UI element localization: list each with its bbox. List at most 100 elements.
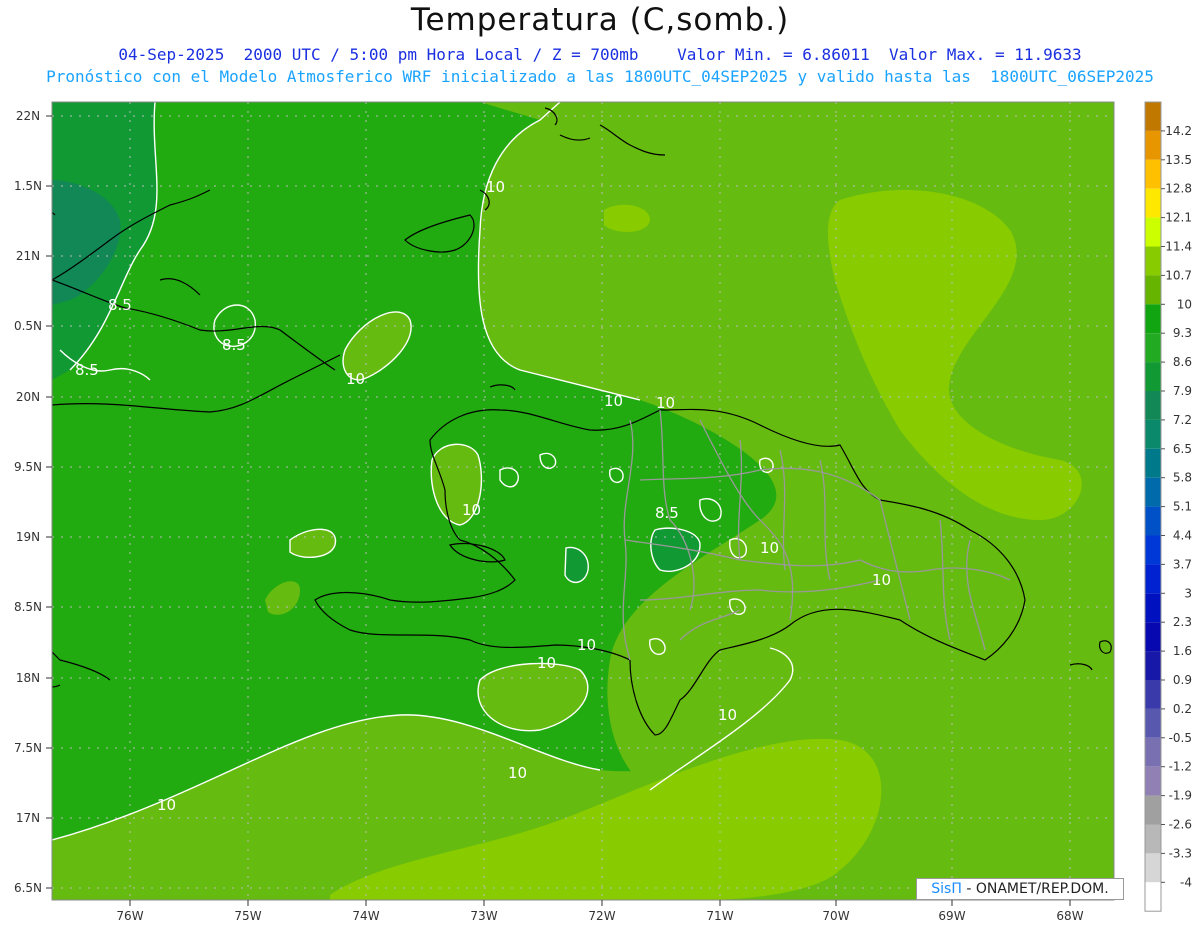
brand-logo-text: SisΠ: [931, 881, 962, 897]
colorbar-label: -2.6: [1169, 818, 1192, 832]
colorbar-swatch: [1145, 391, 1161, 420]
colorbar-label: 2.3: [1173, 615, 1192, 629]
colorbar-label: 0.2: [1173, 702, 1192, 716]
lat-label: 0.5N: [14, 319, 42, 333]
colorbar: 14.2 13.5 12.8 12.1 11.4 10.7 10 9.3 8.6 7.9 7.2 6.…: [1144, 101, 1192, 912]
colorbar-label: -1.9: [1169, 789, 1192, 803]
colorbar-label: 14.2: [1165, 124, 1192, 138]
colorbar-label: -0.5: [1169, 731, 1192, 745]
colorbar-swatch: [1145, 333, 1161, 363]
colorbar-label: 3: [1184, 586, 1192, 600]
colorbar-label: -4: [1180, 875, 1192, 889]
colorbar-swatch: [1145, 130, 1161, 160]
contour-label: 10: [346, 370, 365, 388]
colorbar-label: 7.9: [1173, 384, 1192, 398]
colorbar-swatch: [1145, 651, 1161, 680]
colorbar-label: 11.4: [1165, 240, 1192, 254]
lat-label: 8.5N: [14, 600, 42, 614]
credit-text: - ONAMET/REP.DOM.: [961, 881, 1109, 897]
lon-label: 70W: [822, 909, 849, 923]
colorbar-label: 5.1: [1173, 500, 1192, 514]
colorbar-label: 6.5: [1173, 442, 1192, 456]
lon-label: 74W: [352, 909, 379, 923]
colorbar-label: 10.7: [1165, 268, 1192, 282]
colorbar-swatch: [1145, 246, 1161, 276]
lat-label: 22N: [16, 109, 40, 123]
colorbar-swatch: [1145, 448, 1161, 478]
colorbar-label: 0.9: [1173, 673, 1192, 687]
colorbar-swatch: [1145, 362, 1161, 391]
contour-label: 10: [760, 539, 779, 557]
colorbar-swatch: [1145, 102, 1161, 131]
colorbar-swatch: [1145, 535, 1161, 565]
lat-label: 1.5N: [14, 179, 42, 193]
longitude-axis: 76W 75W 74W 73W 72W 71W 70W 69W 68W: [116, 900, 1084, 923]
colorbar-label: -3.3: [1169, 846, 1192, 860]
colorbar-swatch: [1145, 275, 1161, 305]
contour-label: 10: [508, 764, 527, 782]
lat-label: 7.5N: [14, 741, 42, 755]
lon-label: 68W: [1056, 909, 1083, 923]
contour-label: 8.5: [108, 296, 132, 314]
colorbar-swatch: [1145, 680, 1161, 709]
contour-label: 10: [462, 501, 481, 519]
contour-label: 10: [577, 636, 596, 654]
colorbar-swatch: [1145, 217, 1161, 247]
colorbar-label: 7.2: [1173, 413, 1192, 427]
colorbar-label: 12.1: [1165, 211, 1192, 225]
colorbar-swatch: [1145, 159, 1161, 189]
contour-label: 10: [537, 654, 556, 672]
contour-label: 8.5: [222, 336, 246, 354]
contour-label: 10: [656, 394, 675, 412]
map-figure: 8.5 8.5 8.5 8.5 10 10 10 10 10 10 10 10 …: [14, 101, 1192, 923]
colorbar-label: 13.5: [1165, 153, 1192, 167]
colorbar-swatch: [1145, 506, 1161, 536]
colorbar-swatch: [1145, 564, 1161, 594]
lon-label: 76W: [116, 909, 143, 923]
colorbar-swatch: [1145, 853, 1161, 883]
colorbar-label: 4.4: [1173, 529, 1192, 543]
colorbar-label: 9.3: [1173, 326, 1192, 340]
contour-label: 10: [486, 178, 505, 196]
colorbar-label: 3.7: [1173, 557, 1192, 571]
colorbar-swatch: [1145, 304, 1161, 334]
colorbar-label: 8.6: [1173, 355, 1192, 369]
lon-label: 73W: [470, 909, 497, 923]
colorbar-label: -1.2: [1169, 760, 1192, 774]
colorbar-swatch: [1145, 882, 1161, 912]
colorbar-swatch: [1145, 708, 1161, 738]
latitude-axis: 22N 1.5N 21N 0.5N 20N 9.5N 19N 8.5N 18N …: [14, 109, 52, 895]
colorbar-swatch: [1145, 795, 1161, 825]
lon-label: 69W: [938, 909, 965, 923]
lon-label: 75W: [234, 909, 261, 923]
temperature-field: 8.5 8.5 8.5 8.5 10 10 10 10 10 10 10 10 …: [52, 102, 1114, 900]
colorbar-label: 10: [1177, 297, 1192, 311]
colorbar-label: 1.6: [1173, 644, 1192, 658]
lon-label: 71W: [706, 909, 733, 923]
colorbar-swatch: [1145, 188, 1161, 218]
lat-label: 6.5N: [14, 881, 42, 895]
colorbar-swatch: [1145, 477, 1161, 507]
contour-label: 10: [872, 571, 891, 589]
contour-label: 8.5: [75, 361, 99, 379]
lat-label: 17N: [16, 811, 40, 825]
lat-label: 18N: [16, 671, 40, 685]
colorbar-swatch: [1145, 737, 1161, 767]
credit-box: SisΠ - ONAMET/REP.DOM.: [916, 878, 1124, 900]
lon-label: 72W: [588, 909, 615, 923]
colorbar-swatch: [1145, 766, 1161, 796]
colorbar-swatch: [1145, 593, 1161, 623]
contour-label: 10: [157, 796, 176, 814]
contour-label: 8.5: [655, 504, 679, 522]
lat-label: 19N: [16, 530, 40, 544]
contour-label: 10: [718, 706, 737, 724]
colorbar-swatch: [1145, 419, 1161, 449]
lat-label: 9.5N: [14, 460, 42, 474]
lat-label: 21N: [16, 249, 40, 263]
contour-label: 10: [604, 392, 623, 410]
colorbar-swatch: [1145, 622, 1161, 652]
colorbar-label: 12.8: [1165, 182, 1192, 196]
colorbar-swatch: [1145, 824, 1161, 854]
lat-label: 20N: [16, 390, 40, 404]
colorbar-label: 5.8: [1173, 471, 1192, 485]
